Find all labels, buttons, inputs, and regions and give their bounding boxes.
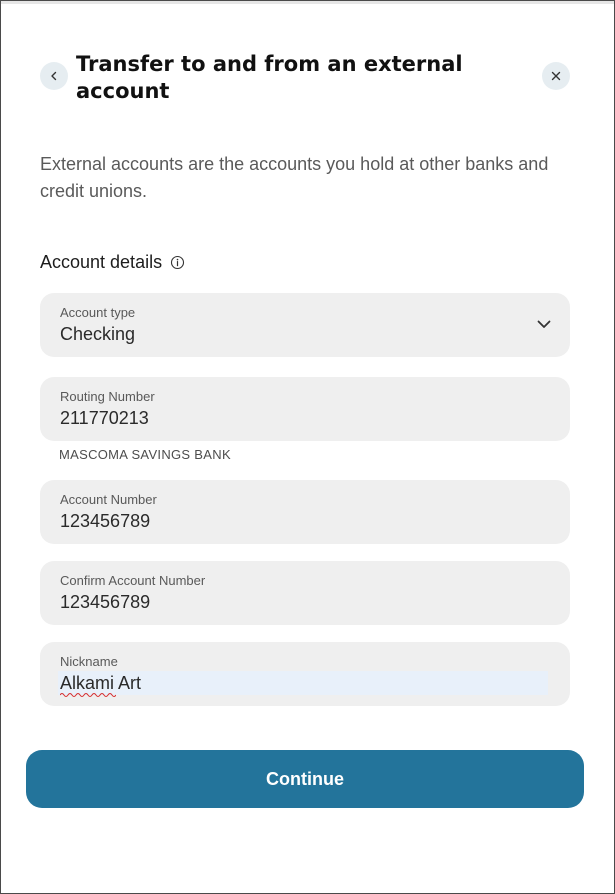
nickname-label: Nickname (60, 654, 118, 669)
nickname-field: Nickname (40, 642, 570, 706)
spellcheck-underline (60, 693, 116, 697)
routing-number-value: 211770213 (60, 408, 149, 428)
section-title: Account details (40, 252, 163, 272)
routing-number-field[interactable]: Routing Number 211770213 (40, 377, 570, 441)
confirm-account-number-value: 123456789 (60, 592, 151, 612)
close-icon (551, 71, 561, 81)
routing-number-label: Routing Number (60, 389, 155, 404)
confirm-account-number-label: Confirm Account Number (60, 573, 206, 588)
confirm-account-number-field[interactable]: Confirm Account Number 123456789 (40, 561, 570, 625)
account-number-label: Account Number (60, 492, 157, 507)
back-button[interactable] (40, 62, 68, 90)
account-number-value: 123456789 (60, 511, 151, 531)
page-title: Transfer to and from an external account (76, 52, 463, 103)
close-button[interactable] (542, 62, 570, 90)
account-type-value: Checking (60, 324, 136, 344)
nickname-input[interactable] (58, 671, 548, 695)
intro-text: External accounts are the accounts you h… (40, 154, 549, 201)
chevron-left-icon (51, 71, 57, 81)
account-number-field[interactable]: Account Number 123456789 (40, 480, 570, 544)
top-divider (1, 1, 614, 4)
transfer-dialog: Transfer to and from an external account… (0, 0, 615, 894)
info-icon[interactable] (170, 255, 185, 270)
account-type-select[interactable]: Account type Checking (40, 293, 570, 357)
bank-name-helper: MASCOMA SAVINGS BANK (59, 447, 231, 462)
account-details-header: Account details (40, 252, 185, 273)
chevron-down-icon (537, 320, 551, 328)
continue-button[interactable]: Continue (26, 750, 584, 808)
account-type-label: Account type (60, 305, 136, 320)
